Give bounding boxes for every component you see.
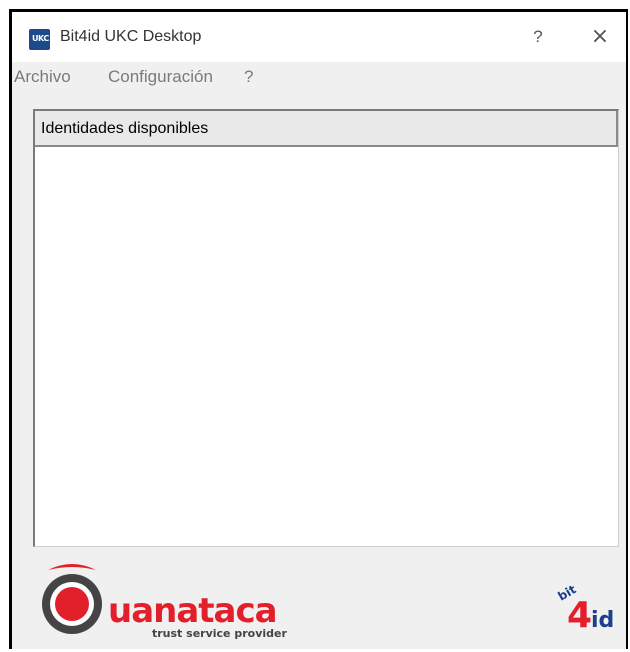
help-button[interactable]: ? <box>523 24 553 50</box>
identities-header-label: Identidades disponibles <box>41 120 209 137</box>
window-title: Bit4id UKC Desktop <box>60 28 202 45</box>
svg-text:trust service provider: trust service provider <box>152 627 287 640</box>
svg-text:id: id <box>591 608 614 633</box>
close-button[interactable]: × <box>585 24 615 50</box>
identities-list-header[interactable]: Identidades disponibles <box>35 111 618 147</box>
bit4id-logo: bit 4 id <box>556 585 615 635</box>
svg-text:4: 4 <box>567 595 592 635</box>
app-window: UKC Bit4id UKC Desktop ? × Archivo Confi… <box>9 9 628 649</box>
identities-list[interactable]: Identidades disponibles <box>33 109 619 547</box>
svg-text:uanataca: uanataca <box>108 591 277 631</box>
menu-help[interactable]: ? <box>244 67 253 87</box>
menu-bar: Archivo Configuración ? <box>12 62 626 92</box>
menu-archivo[interactable]: Archivo <box>14 67 71 87</box>
menu-configuracion[interactable]: Configuración <box>108 67 213 87</box>
app-icon-text: UKC <box>32 34 49 43</box>
title-bar[interactable]: UKC Bit4id UKC Desktop ? × <box>12 12 626 62</box>
uanataca-logo: uanataca trust service provider <box>42 564 287 640</box>
client-area: Archivo Configuración ? Identidades disp… <box>12 62 626 649</box>
footer-logos: uanataca trust service provider bit 4 id <box>12 552 626 652</box>
app-icon: UKC <box>29 29 50 50</box>
